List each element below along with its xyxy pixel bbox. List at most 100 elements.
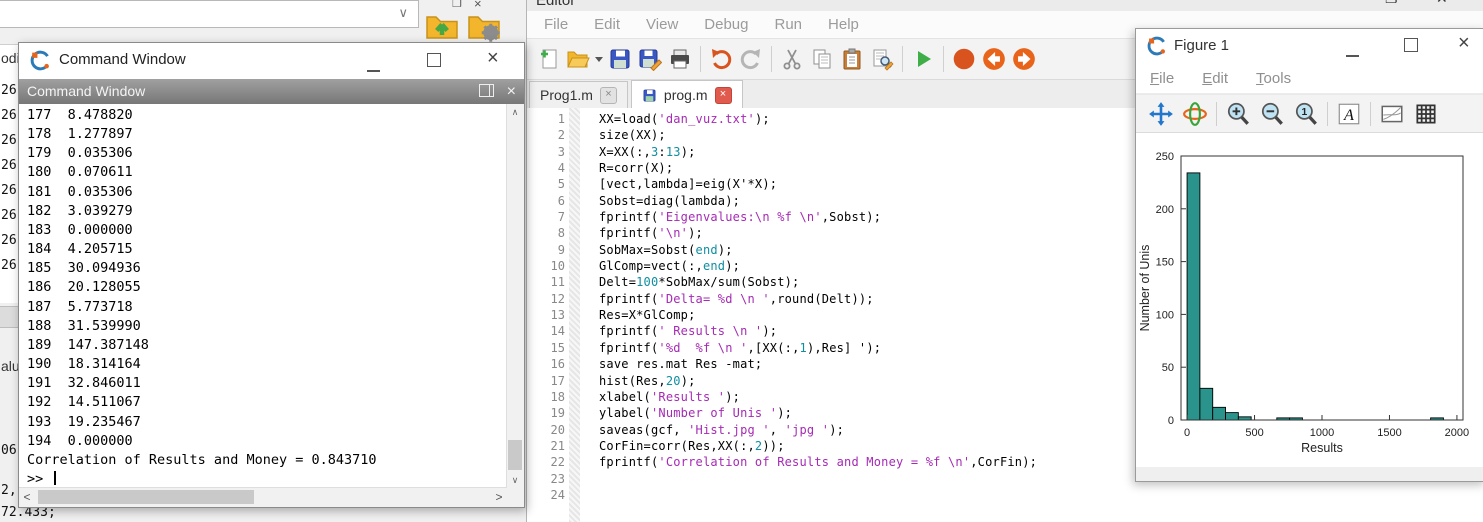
zoom-in-icon[interactable] (1221, 100, 1255, 128)
histogram-bar (1187, 173, 1200, 420)
menu-item-edit[interactable]: Edit (581, 16, 633, 33)
line-number: 4 (527, 160, 575, 176)
output-line: 186 20.128055 (27, 278, 507, 297)
line-number: 3 (527, 144, 575, 160)
save-as-icon[interactable] (635, 44, 665, 74)
scrollbar-thumb[interactable] (38, 490, 254, 504)
x-axis-label: Results (1301, 441, 1343, 455)
run-icon[interactable] (908, 44, 938, 74)
command-window-titlebar: Command Window × (19, 43, 524, 79)
code-text: SobMax=Sobst(end); (575, 242, 733, 258)
pan-icon[interactable] (1144, 100, 1178, 128)
svg-text:1: 1 (1302, 107, 1308, 118)
close-icon[interactable]: × (507, 79, 516, 104)
line-number: 11 (527, 274, 575, 290)
rotate-3d-icon[interactable] (1178, 100, 1212, 128)
menu-item-view[interactable]: View (633, 16, 691, 33)
chevron-down-icon[interactable]: ∨ (398, 5, 408, 21)
close-icon[interactable]: ✕ (1436, 0, 1448, 7)
scroll-left-icon[interactable]: < (19, 488, 35, 506)
histogram-bar (1200, 388, 1213, 420)
line-number: 22 (527, 454, 575, 470)
breakpoint-icon[interactable] (949, 44, 979, 74)
menu-item-file[interactable]: File (531, 16, 581, 33)
vertical-scrollbar[interactable]: ∧ ∨ (506, 104, 524, 488)
scroll-up-icon[interactable]: ∧ (507, 104, 523, 120)
menu-item-help[interactable]: Help (815, 16, 872, 33)
code-text: save res.mat Res -mat; (575, 356, 762, 372)
background-fragment: 26 (1, 258, 17, 273)
redo-icon[interactable] (736, 44, 766, 74)
toolbar-separator (1216, 102, 1217, 126)
background-fragment: 26 (1, 158, 17, 173)
code-text: R=corr(X); (575, 160, 673, 176)
code-text: Res=X*GlComp; (575, 307, 696, 323)
close-tab-icon[interactable]: × (600, 87, 617, 104)
restore-icon[interactable]: ❐ (1385, 0, 1398, 7)
print-icon[interactable] (665, 44, 695, 74)
horizontal-scrollbar[interactable]: < > (19, 487, 507, 507)
code-text: size(XX); (575, 127, 666, 143)
open-dropdown-icon[interactable] (593, 44, 605, 74)
tab-prog1[interactable]: Prog1.m × (529, 81, 628, 109)
output-line: 178 1.277897 (27, 125, 507, 144)
close-tab-icon[interactable]: × (715, 87, 732, 104)
background-fragment: odi (1, 50, 20, 66)
axes-icon[interactable] (1375, 100, 1409, 128)
menu-item-debug[interactable]: Debug (691, 16, 761, 33)
cut-icon[interactable] (777, 44, 807, 74)
close-button[interactable]: × (1458, 32, 1470, 55)
scroll-right-icon[interactable]: > (491, 488, 507, 506)
minimize-button[interactable] (367, 59, 380, 77)
zoom-out-icon[interactable] (1255, 100, 1289, 128)
grid-icon[interactable] (1409, 100, 1443, 128)
maximize-button[interactable] (427, 53, 441, 72)
breakpoint-gutter[interactable] (569, 108, 580, 522)
menu-item-run[interactable]: Run (761, 16, 815, 33)
folder-settings-icon[interactable] (466, 8, 502, 44)
menu-item-file[interactable]: File (1136, 70, 1188, 87)
insert-text-icon[interactable]: A (1332, 100, 1366, 128)
menu-item-edit[interactable]: Edit (1188, 70, 1242, 87)
maximize-button[interactable] (1404, 38, 1418, 57)
scroll-down-icon[interactable]: ∨ (507, 472, 523, 488)
code-text: [vect,lambda]=eig(X'*X); (575, 176, 777, 192)
svg-text:A: A (1343, 105, 1354, 123)
figure-menubar: FileEditTools (1136, 63, 1483, 94)
output-line: 192 14.511067 (27, 393, 507, 412)
close-icon[interactable]: × (474, 0, 482, 9)
code-text: XX=load('dan_vuz.txt'); (575, 111, 770, 127)
find-icon[interactable] (867, 44, 897, 74)
tab-prog[interactable]: prog.m × (631, 80, 743, 110)
restore-icon[interactable]: ❐ (452, 0, 462, 9)
new-script-icon[interactable] (533, 44, 563, 74)
scrollbar-thumb[interactable] (508, 440, 522, 470)
save-icon[interactable] (605, 44, 635, 74)
output-line: 182 3.039279 (27, 202, 507, 221)
step-back-icon[interactable] (979, 44, 1009, 74)
folder-up-icon[interactable] (424, 8, 460, 44)
code-line[interactable]: 24 (527, 487, 1483, 503)
close-button[interactable]: × (487, 47, 499, 70)
menu-item-tools[interactable]: Tools (1242, 70, 1305, 87)
line-number: 6 (527, 193, 575, 209)
copy-icon[interactable] (807, 44, 837, 74)
zoom-reset-icon[interactable]: 1 (1289, 100, 1323, 128)
undo-icon[interactable] (706, 44, 736, 74)
code-text: fprintf('\n'); (575, 225, 703, 241)
histogram-plot[interactable]: 0501001502002500500100015002000ResultsNu… (1136, 131, 1483, 467)
line-number: 12 (527, 291, 575, 307)
background-combobox[interactable]: ∨ (0, 0, 419, 28)
correlation-result-line: Correlation of Results and Money = 0.843… (27, 451, 507, 470)
step-forward-icon[interactable] (1009, 44, 1039, 74)
output-line: 191 32.846011 (27, 374, 507, 393)
minimize-button[interactable] (1346, 44, 1359, 62)
open-file-icon[interactable] (563, 44, 593, 74)
command-output[interactable]: 177 8.478820178 1.277897179 0.035306180 … (19, 104, 507, 488)
y-tick-label: 100 (1156, 309, 1174, 321)
line-number: 8 (527, 225, 575, 241)
output-line: 188 31.539990 (27, 317, 507, 336)
undock-icon[interactable] (479, 84, 494, 97)
command-prompt[interactable]: >> (27, 470, 507, 488)
paste-icon[interactable] (837, 44, 867, 74)
